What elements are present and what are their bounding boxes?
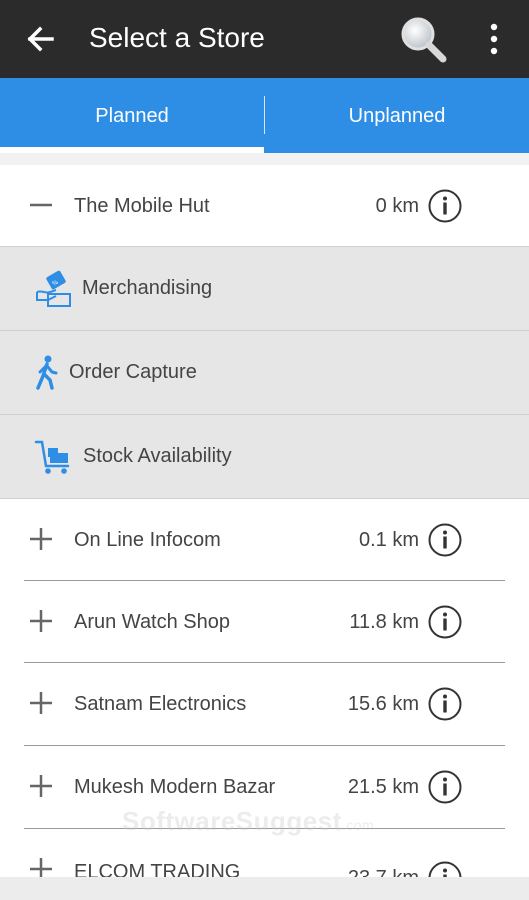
info-icon[interactable] — [428, 605, 462, 639]
store-distance: 11.8 km — [349, 611, 419, 633]
more-vertical-icon[interactable] — [479, 20, 509, 58]
collapse-minus-icon[interactable] — [28, 192, 54, 218]
store-name: Mukesh Modern Bazar — [74, 776, 276, 798]
cart-boxes-icon — [34, 440, 70, 474]
store-list[interactable]: The Mobile Hut 0 km % Merchandising Orde… — [0, 165, 529, 877]
info-icon[interactable] — [428, 523, 462, 557]
expand-plus-icon[interactable] — [28, 856, 54, 877]
info-icon[interactable] — [428, 189, 462, 223]
watermark: SoftwareSuggest.com — [122, 806, 375, 836]
store-name: Arun Watch Shop — [74, 611, 231, 633]
expand-plus-icon[interactable] — [28, 690, 54, 716]
task-merchandising[interactable]: % Merchandising — [0, 247, 529, 330]
tab-unplanned[interactable]: Unplanned — [265, 78, 529, 153]
store-distance: 21.5 km — [347, 776, 419, 798]
store-row[interactable]: Arun Watch Shop 11.8 km — [0, 581, 529, 663]
task-label: Merchandising — [82, 277, 213, 299]
info-icon[interactable] — [428, 687, 462, 721]
info-icon[interactable] — [428, 770, 462, 804]
walking-person-icon — [36, 355, 58, 390]
bottom-bar — [0, 877, 529, 900]
store-distance: 0.1 km — [358, 529, 419, 551]
page-title: Select a Store — [89, 22, 265, 53]
store-name: ELCOM TRADING — [74, 861, 241, 877]
tab-planned[interactable]: Planned — [0, 78, 264, 153]
store-name: Satnam Electronics — [74, 693, 247, 715]
store-distance: 0 km — [375, 195, 419, 217]
merchandising-tag-icon: % — [36, 270, 71, 307]
search-icon[interactable] — [396, 12, 450, 66]
store-row[interactable]: Satnam Electronics 15.6 km — [0, 663, 529, 745]
expand-plus-icon[interactable] — [28, 608, 54, 634]
arrow-left-icon[interactable] — [22, 20, 60, 58]
task-label: Stock Availability — [83, 445, 232, 467]
store-name: On Line Infocom — [74, 529, 221, 551]
list-top-gap — [0, 153, 529, 165]
expand-plus-icon[interactable] — [28, 526, 54, 552]
task-stock-availability[interactable]: Stock Availability — [0, 415, 529, 498]
store-distance: 15.6 km — [347, 693, 419, 715]
tab-bar: Planned Unplanned — [0, 78, 529, 153]
store-distance: 23.7 km — [348, 865, 419, 877]
task-label: Order Capture — [69, 361, 197, 383]
task-order-capture[interactable]: Order Capture — [0, 331, 529, 414]
app-bar: Select a Store — [0, 0, 529, 78]
store-name: The Mobile Hut — [74, 195, 210, 217]
store-row[interactable]: On Line Infocom 0.1 km — [0, 499, 529, 581]
store-row-expanded[interactable]: The Mobile Hut 0 km — [0, 165, 529, 247]
expand-plus-icon[interactable] — [28, 773, 54, 799]
info-icon[interactable] — [428, 861, 462, 877]
